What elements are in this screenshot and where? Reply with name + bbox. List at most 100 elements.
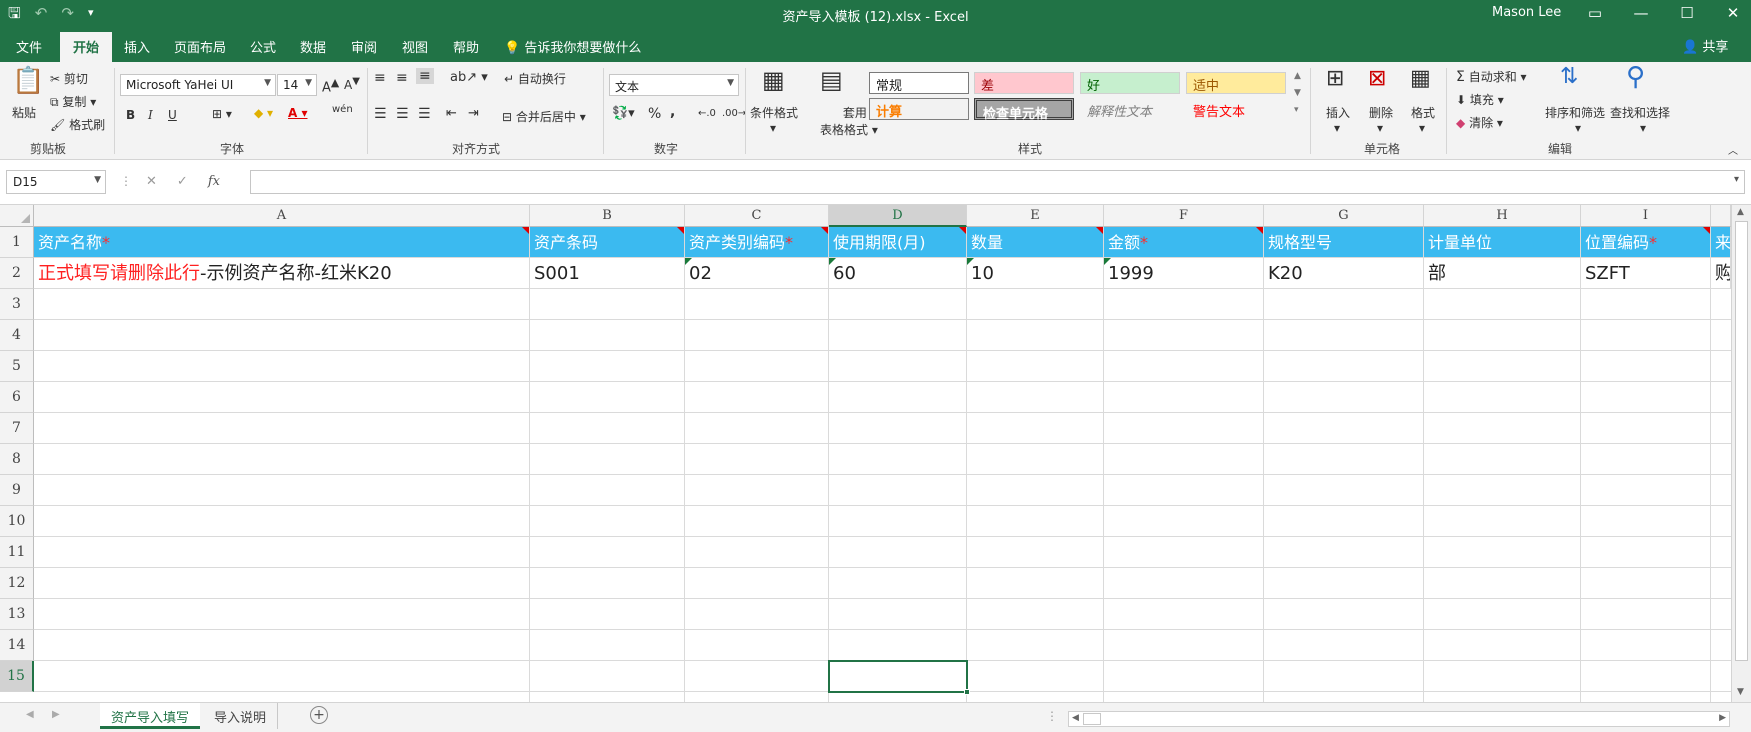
scroll-up-icon[interactable]: ▲ [1737,207,1744,217]
row-header[interactable]: 9 [0,475,34,506]
expand-formula-icon[interactable]: ▾ [1734,174,1739,185]
sheet-tab-fill[interactable]: 资产导入填写 [100,703,201,729]
increase-indent-icon[interactable]: ⇥ [468,106,479,121]
style-neutral[interactable]: 适中 [1186,72,1286,94]
sort-filter-icon[interactable]: ⇅ [1560,64,1578,89]
tab-view[interactable]: 视图 [402,37,428,56]
borders-icon[interactable]: ⊞ ▾ [212,107,232,121]
align-left-icon[interactable]: ☰ [374,106,387,122]
cell-j1[interactable]: 来 [1711,227,1731,258]
horizontal-scrollbar[interactable]: ◀ ▶ [1068,711,1730,727]
increase-font-icon[interactable]: A▲ [322,76,339,95]
orientation-icon[interactable]: ab↗ ▾ [450,70,488,85]
insert-cells-icon[interactable]: ⊞ [1326,66,1344,91]
format-as-table-icon[interactable]: ▤ [820,66,843,94]
comma-button[interactable]: , [670,104,675,120]
insert-cells-button[interactable]: 插入 ▾ [1326,104,1350,135]
row-header[interactable]: 13 [0,599,34,630]
column-header-h[interactable]: H [1424,205,1581,227]
paste-icon[interactable]: 📋 [12,66,44,96]
font-color-icon[interactable]: A ▾ [288,106,308,120]
name-box[interactable]: D15 ▼ [6,170,106,194]
row-header[interactable]: 8 [0,444,34,475]
active-cell-d15[interactable] [828,660,970,695]
align-middle-icon[interactable]: ≡ [396,70,408,86]
tell-me-search[interactable]: 💡 告诉我你想要做什么 [504,37,641,56]
style-bad[interactable]: 差 [974,72,1074,94]
hscroll-thumb[interactable] [1083,713,1101,725]
cell-g2[interactable]: K20 [1264,258,1424,289]
row-header[interactable]: 6 [0,382,34,413]
align-top-icon[interactable]: ≡ [374,70,386,86]
style-explanatory[interactable]: 解释性文本 [1080,98,1180,120]
font-size-combo[interactable]: 14 ▼ [277,74,317,96]
cell-b1[interactable]: 资产条码 [530,227,685,258]
cell-f2[interactable]: 1999 [1104,258,1264,289]
decrease-font-icon[interactable]: A▼ [344,76,360,92]
bold-button[interactable]: B [126,108,135,122]
style-normal[interactable]: 常规 [869,72,969,94]
worksheet-grid[interactable]: A B C D E F G H I 1 2 3 4 5 6 7 8 9 10 1… [0,205,1751,702]
cell-e1[interactable]: 数量 [967,227,1104,258]
increase-decimal-icon[interactable]: ←.0 [698,108,716,119]
column-header-g[interactable]: G [1264,205,1424,227]
style-good[interactable]: 好 [1080,72,1180,94]
decrease-indent-icon[interactable]: ⇤ [446,106,457,121]
column-header-e[interactable]: E [967,205,1104,227]
close-icon[interactable]: ✕ [1710,2,1751,24]
cell-i1[interactable]: 位置编码* [1581,227,1711,258]
user-name[interactable]: Mason Lee [1492,5,1561,20]
style-calculation[interactable]: 计算 [869,98,969,120]
font-name-combo[interactable]: Microsoft YaHei UI ▼ [120,74,276,96]
merge-center-button[interactable]: ⊟ 合并后居中 ▾ [502,108,586,125]
cell-c1[interactable]: 资产类别编码* [685,227,829,258]
scroll-thumb[interactable] [1735,221,1748,661]
vertical-scrollbar[interactable]: ▲ ▼ [1731,205,1751,702]
tab-split-grip[interactable]: ⋮ [1046,709,1058,723]
cancel-icon[interactable]: ✕ [146,174,157,189]
cell-g1[interactable]: 规格型号 [1264,227,1424,258]
align-right-icon[interactable]: ☰ [418,106,431,122]
align-bottom-icon[interactable]: ≡ [416,68,434,84]
column-header-d[interactable]: D [829,205,967,227]
minimize-icon[interactable]: — [1618,2,1664,24]
column-header-a[interactable]: A [34,205,530,227]
styles-scroll-icon[interactable]: ▲ ▼ ▾ [1294,68,1301,119]
percent-button[interactable]: % [648,106,661,122]
row-header[interactable]: 12 [0,568,34,599]
conditional-format-button[interactable]: 条件格式 ▾ [750,104,798,135]
collapse-ribbon-icon[interactable]: ︿ [1728,142,1738,157]
row-header[interactable]: 10 [0,506,34,537]
align-center-icon[interactable]: ☰ [396,106,409,122]
clear-button[interactable]: ◆ 清除 ▾ [1456,114,1503,131]
tab-insert[interactable]: 插入 [124,37,150,56]
row-header[interactable]: 3 [0,289,34,320]
sheet-tab-instructions[interactable]: 导入说明 [203,703,279,729]
cell-h1[interactable]: 计量单位 [1424,227,1581,258]
cell-d1[interactable]: 使用期限(月) [829,227,967,258]
delete-cells-icon[interactable]: ⊠ [1368,66,1386,91]
cell-i2[interactable]: SZFT [1581,258,1711,289]
column-header-i[interactable]: I [1581,205,1711,227]
scroll-down-icon[interactable]: ▼ [1737,687,1744,697]
row-header[interactable]: 14 [0,630,34,661]
prev-sheet-icon[interactable]: ◀ [26,709,34,720]
ribbon-display-icon[interactable]: ▭ [1572,2,1618,24]
decrease-decimal-icon[interactable]: .00→ [722,108,746,119]
number-format-combo[interactable]: 文本 ▼ [609,74,739,96]
autosum-button[interactable]: Σ 自动求和 ▾ [1456,68,1527,85]
scroll-left-icon[interactable]: ◀ [1072,713,1079,723]
cell-b2[interactable]: S001 [530,258,685,289]
formula-input[interactable] [250,170,1745,194]
row-header[interactable]: 11 [0,537,34,568]
fill-color-icon[interactable]: ◆ ▾ [254,106,273,120]
cut-button[interactable]: ✂ 剪切 [50,70,88,87]
format-cells-icon[interactable]: ▦ [1410,66,1431,91]
tab-file[interactable]: 文件 [16,37,42,56]
column-header-j[interactable] [1711,205,1731,227]
find-select-icon[interactable]: ⚲ [1626,62,1645,92]
paste-button[interactable]: 粘贴 [12,104,36,121]
cell-a2[interactable]: 正式填写请删除此行-示例资产名称-红米K20 [34,258,530,289]
row-header[interactable]: 7 [0,413,34,444]
tab-data[interactable]: 数据 [300,37,326,56]
